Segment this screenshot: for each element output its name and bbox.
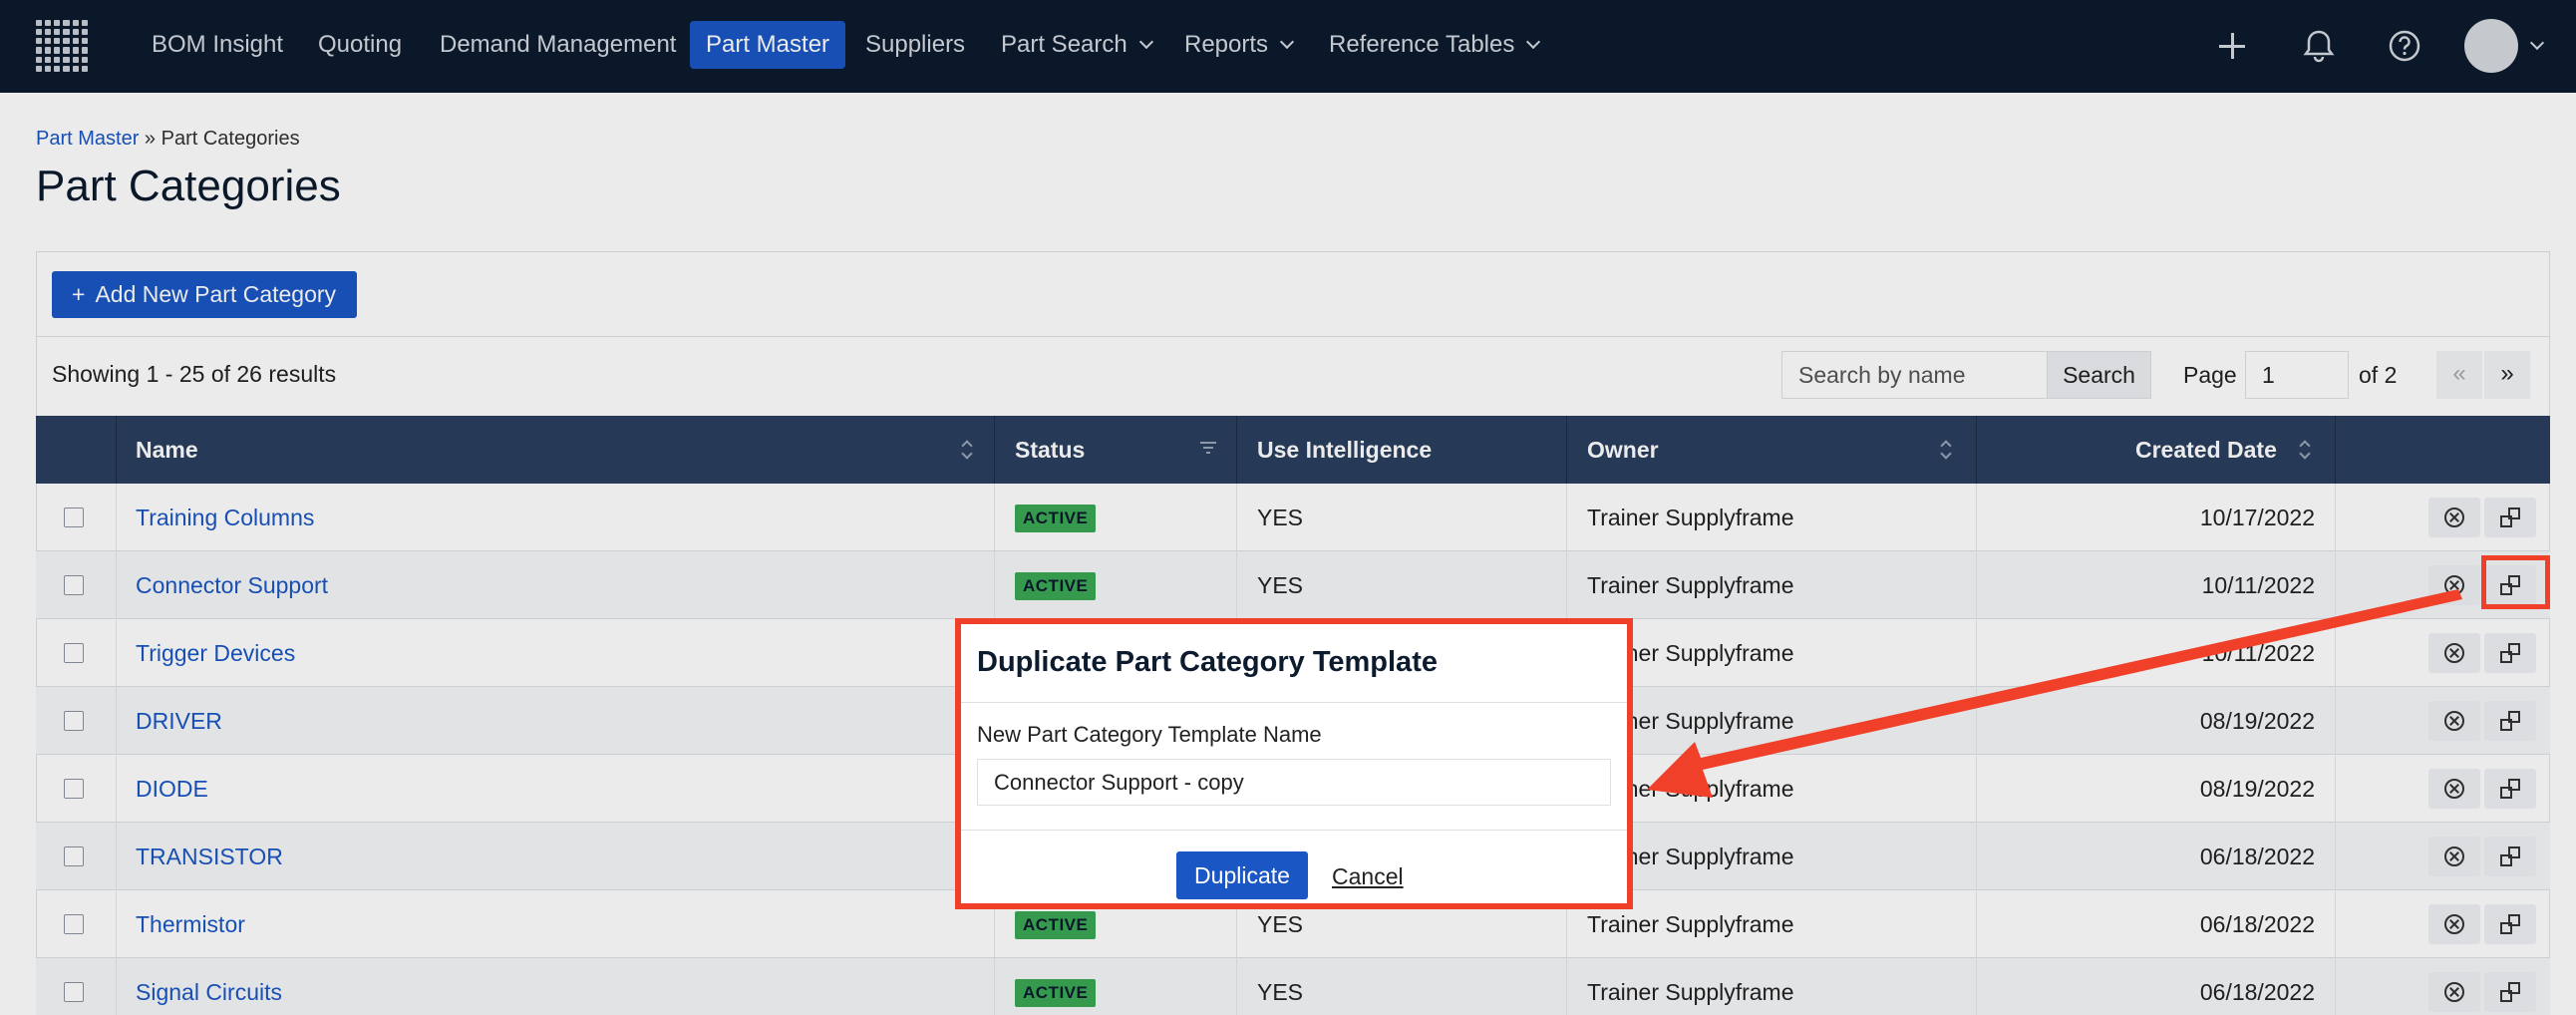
divider: [961, 830, 1627, 831]
duplicate-button[interactable]: Duplicate: [1176, 851, 1308, 899]
template-name-label: New Part Category Template Name: [977, 722, 1322, 747]
template-name-input[interactable]: Connector Support - copy: [977, 759, 1611, 806]
modal-title: Duplicate Part Category Template: [977, 646, 1438, 678]
cancel-link[interactable]: Cancel: [1332, 863, 1404, 890]
annotation-highlight-box: [2481, 555, 2550, 609]
divider: [961, 702, 1627, 703]
duplicate-template-modal: Duplicate Part Category Template New Par…: [955, 618, 1633, 909]
